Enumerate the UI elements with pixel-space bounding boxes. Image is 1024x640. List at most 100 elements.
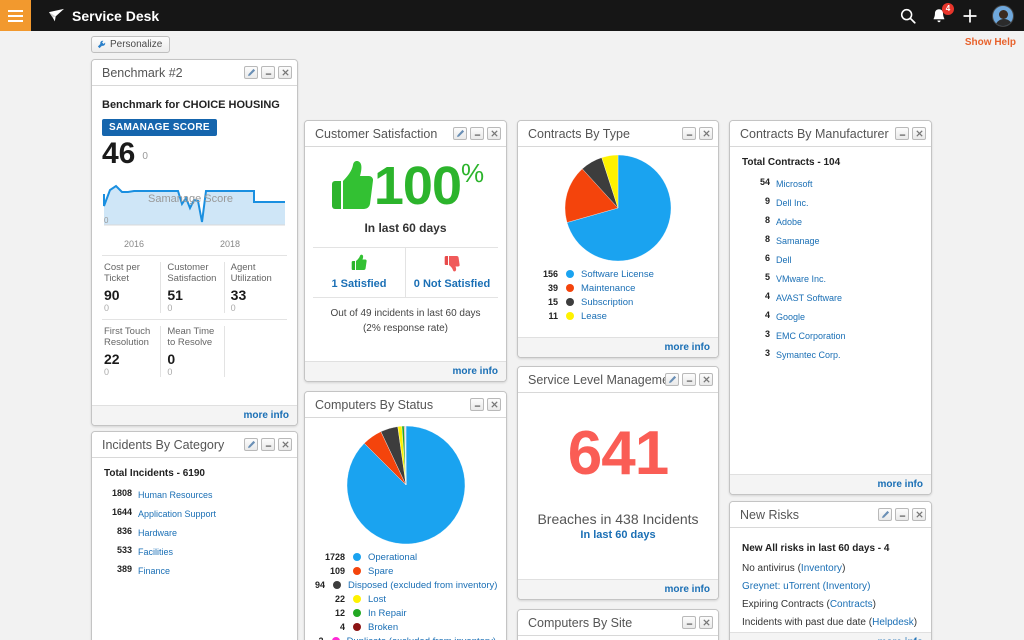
legend-label[interactable]: Broken xyxy=(368,622,398,633)
bar-label[interactable]: Hardware xyxy=(138,528,177,538)
bar-label[interactable]: Dell Inc. xyxy=(776,198,809,208)
bar-label[interactable]: EMC Corporation xyxy=(776,331,846,341)
user-avatar[interactable] xyxy=(992,5,1014,27)
paper-plane-icon xyxy=(48,8,65,23)
csat-not-satisfied-cell[interactable]: 0 Not Satisfied xyxy=(405,248,498,297)
minimize-icon[interactable] xyxy=(261,438,275,451)
bar-label[interactable]: Application Support xyxy=(138,509,216,519)
sparkline-tick-1: 2018 xyxy=(220,239,240,249)
risk-item[interactable]: Expiring Contracts (Contracts) xyxy=(742,599,921,610)
close-icon[interactable] xyxy=(699,127,713,140)
widget-footer: more info xyxy=(730,632,931,640)
minimize-icon[interactable] xyxy=(470,398,484,411)
legend-label[interactable]: Spare xyxy=(368,566,393,577)
csat-satisfied-cell[interactable]: 1 Satisfied xyxy=(313,248,405,297)
bar-label[interactable]: Adobe xyxy=(776,217,802,227)
risk-item[interactable]: Incidents with past due date (Helpdesk) xyxy=(742,617,921,628)
close-icon[interactable] xyxy=(487,127,501,140)
risk-item[interactable]: Greynet: uTorrent (Inventory) xyxy=(742,581,921,592)
top-bar-actions: 4 xyxy=(899,0,1014,31)
minimize-icon[interactable] xyxy=(682,616,696,629)
bar-value: 389 xyxy=(102,563,132,574)
widget-incidents-by-category: Incidents By Category Total Incidents - … xyxy=(91,431,298,640)
legend-label[interactable]: Lost xyxy=(368,594,386,605)
edit-icon[interactable] xyxy=(878,508,892,521)
legend-label[interactable]: In Repair xyxy=(368,608,407,619)
close-icon[interactable] xyxy=(278,438,292,451)
bar-label[interactable]: AVAST Software xyxy=(776,293,842,303)
risk-source-link[interactable]: Contracts xyxy=(830,599,873,610)
bar-row: 4AVAST Software xyxy=(740,290,921,304)
bar-label[interactable]: Microsoft xyxy=(776,179,813,189)
minimize-icon[interactable] xyxy=(895,508,909,521)
edit-icon[interactable] xyxy=(453,127,467,140)
widget-body: Total Computers - 1877 1299[Not Set] xyxy=(518,636,718,640)
minimize-icon[interactable] xyxy=(895,127,909,140)
csat-satisfied-link[interactable]: 1 Satisfied xyxy=(313,278,405,290)
legend-label[interactable]: Subscription xyxy=(581,297,633,308)
minimize-icon[interactable] xyxy=(261,66,275,79)
legend-value: 15 xyxy=(528,297,558,307)
widget-header: Contracts By Manufacturer xyxy=(730,121,931,147)
more-info-link[interactable]: more info xyxy=(664,584,710,595)
legend-row: 109Spare xyxy=(315,564,496,578)
bar-group: VMware Inc. xyxy=(776,271,921,285)
csat-percent-value: 100 xyxy=(374,156,461,216)
bar-label[interactable]: Samanage xyxy=(776,236,820,246)
more-info-link[interactable]: more info xyxy=(664,342,710,353)
legend-value: 2 xyxy=(315,636,324,640)
more-info-link[interactable]: more info xyxy=(243,410,289,421)
minimize-icon[interactable] xyxy=(682,373,696,386)
legend-label[interactable]: Software License xyxy=(581,269,654,280)
widget-header: Service Level Management xyxy=(518,367,718,393)
risk-source-link[interactable]: Inventory xyxy=(826,581,867,592)
minimize-icon[interactable] xyxy=(682,127,696,140)
plus-icon[interactable] xyxy=(961,7,979,25)
benchmark-score-sub: 0 xyxy=(142,151,148,162)
legend-label[interactable]: Duplicate (excluded from inventory) xyxy=(347,636,496,640)
bar-label[interactable]: Dell xyxy=(776,255,792,265)
notifications-button[interactable]: 4 xyxy=(930,7,948,25)
close-icon[interactable] xyxy=(699,373,713,386)
bar-group: Hardware xyxy=(138,525,287,539)
dashboard-toolbar: Personalize Show Help xyxy=(0,31,1024,57)
risk-text: Greynet: uTorrent xyxy=(742,581,820,592)
close-icon[interactable] xyxy=(487,398,501,411)
edit-icon[interactable] xyxy=(665,373,679,386)
more-info-link[interactable]: more info xyxy=(452,366,498,377)
personalize-button[interactable]: Personalize xyxy=(91,36,170,53)
legend-label[interactable]: Operational xyxy=(368,552,417,563)
bar-label[interactable]: Symantec Corp. xyxy=(776,350,841,360)
legend-label[interactable]: Lease xyxy=(581,311,607,322)
edit-icon[interactable] xyxy=(244,438,258,451)
bar-label[interactable]: VMware Inc. xyxy=(776,274,826,284)
close-icon[interactable] xyxy=(699,616,713,629)
legend-color-dot xyxy=(353,567,361,575)
minimize-icon[interactable] xyxy=(470,127,484,140)
bar-label[interactable]: Facilities xyxy=(138,547,173,557)
close-icon[interactable] xyxy=(912,508,926,521)
close-icon[interactable] xyxy=(912,127,926,140)
widget-body: 100% In last 60 days 1 Satisfied xyxy=(305,147,506,361)
search-icon[interactable] xyxy=(899,7,917,25)
bar-label[interactable]: Finance xyxy=(138,566,170,576)
risk-item[interactable]: No antivirus (Inventory) xyxy=(742,563,921,574)
legend-label[interactable]: Maintenance xyxy=(581,283,635,294)
legend-label[interactable]: Disposed (excluded from inventory) xyxy=(348,580,497,591)
more-info-link[interactable]: more info xyxy=(877,479,923,490)
edit-icon[interactable] xyxy=(244,66,258,79)
risk-source-link[interactable]: Inventory xyxy=(801,563,842,574)
risk-source-link[interactable]: Helpdesk xyxy=(872,617,914,628)
show-help-link[interactable]: Show Help xyxy=(965,37,1016,48)
close-icon[interactable] xyxy=(278,66,292,79)
csat-not-satisfied-link[interactable]: 0 Not Satisfied xyxy=(406,278,498,290)
kpi-value: 33 xyxy=(231,287,287,303)
bar-row: 836Hardware xyxy=(102,525,287,539)
bar-label[interactable]: Human Resources xyxy=(138,490,213,500)
bar-row: 6Dell xyxy=(740,252,921,266)
kpi-value: 0 xyxy=(167,351,223,367)
hamburger-menu-icon[interactable] xyxy=(0,0,31,31)
bar-row: 5VMware Inc. xyxy=(740,271,921,285)
bar-label[interactable]: Google xyxy=(776,312,805,322)
total-incidents-label: Total Incidents - 6190 xyxy=(104,468,287,479)
